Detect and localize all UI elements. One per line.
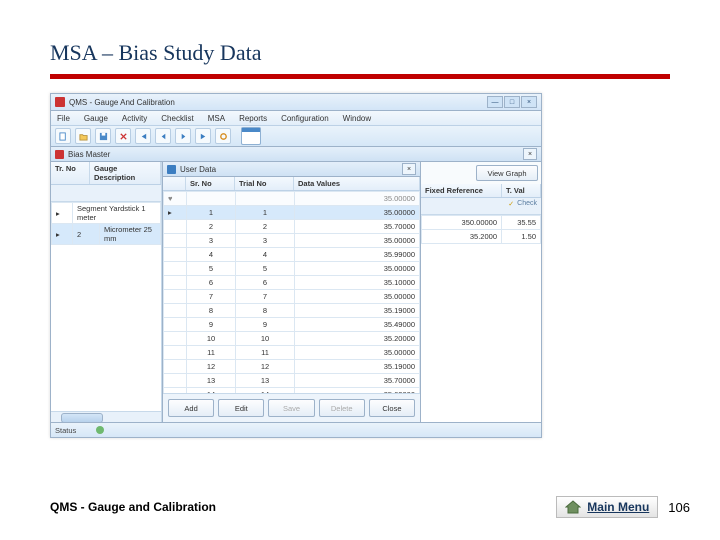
data-row[interactable]: 9935.49000 (164, 318, 420, 332)
menu-msa[interactable]: MSA (208, 114, 225, 123)
col-tval[interactable]: T. Val (502, 184, 541, 197)
left-grouping-row (51, 185, 161, 202)
subwindow-icon (55, 150, 64, 159)
left-row-group[interactable]: ▸Segment Yardstick 1 meter (52, 203, 161, 224)
left-grid: ▸Segment Yardstick 1 meter ▸ 2 Micromete… (51, 202, 161, 411)
left-row-selected[interactable]: ▸ 2 Micrometer 25 mm (52, 224, 161, 245)
check-label[interactable]: Check (517, 200, 537, 212)
left-header-trno[interactable]: Tr. No (51, 162, 90, 184)
data-row[interactable]: 7735.00000 (164, 290, 420, 304)
data-row[interactable]: 6635.10000 (164, 276, 420, 290)
col-fixedref[interactable]: Fixed Reference (421, 184, 502, 197)
col-trialno[interactable]: Trial No (235, 177, 294, 190)
menu-gauge[interactable]: Gauge (84, 114, 108, 123)
menu-checklist[interactable]: Checklist (161, 114, 193, 123)
col-srno[interactable]: Sr. No (186, 177, 235, 190)
close-button[interactable]: × (521, 96, 537, 108)
dialog-grid: ♥ 35.00000 ▸1135.000002235.700003335.000… (163, 191, 420, 393)
footer-text: QMS - Gauge and Calibration (50, 500, 216, 514)
menu-configuration[interactable]: Configuration (281, 114, 329, 123)
user-data-dialog: User Data × Sr. No Trial No Data Values … (162, 162, 421, 422)
data-row[interactable]: 3335.00000 (164, 234, 420, 248)
tool-prev-icon[interactable] (155, 128, 171, 144)
app-window: QMS - Gauge And Calibration — □ × File G… (50, 93, 542, 438)
right-tool-row: ✓ Check (421, 198, 541, 215)
tool-new-icon[interactable] (55, 128, 71, 144)
menu-window[interactable]: Window (343, 114, 371, 123)
title-underline (50, 74, 670, 79)
data-row[interactable]: ▸1135.00000 (164, 206, 420, 220)
data-row[interactable]: 4435.99000 (164, 248, 420, 262)
left-column-headers: Tr. No Gauge Description (51, 162, 161, 185)
menu-file[interactable]: File (57, 114, 70, 123)
maximize-button[interactable]: □ (504, 96, 520, 108)
dialog-header: User Data × (163, 162, 420, 177)
filter-row[interactable]: ♥ 35.00000 (164, 192, 420, 206)
dialog-button-bar: Add Edit Save Delete Close (163, 393, 420, 422)
tool-last-icon[interactable] (195, 128, 211, 144)
toolbar (51, 126, 541, 147)
menu-bar: File Gauge Activity Checklist MSA Report… (51, 111, 541, 126)
tool-first-icon[interactable] (135, 128, 151, 144)
data-row[interactable]: 2235.70000 (164, 220, 420, 234)
data-row[interactable]: 131335.70000 (164, 374, 420, 388)
delete-button[interactable]: Delete (319, 399, 365, 417)
data-row[interactable]: 8835.19000 (164, 304, 420, 318)
dialog-close-icon[interactable]: × (402, 163, 416, 175)
menu-activity[interactable]: Activity (122, 114, 147, 123)
subwindow-header: Bias Master × (51, 147, 541, 162)
status-label: Status (55, 426, 76, 435)
tool-calendar-icon[interactable] (241, 127, 261, 145)
right-row-1[interactable]: 350.00000 35.55 (422, 216, 541, 230)
check-icon[interactable]: ✓ (508, 200, 514, 212)
main-menu-label: Main Menu (587, 500, 649, 514)
window-title-text: QMS - Gauge And Calibration (69, 98, 175, 107)
data-row[interactable]: 101035.20000 (164, 332, 420, 346)
right-row-2[interactable]: 35.2000 1.50 (422, 230, 541, 244)
data-row[interactable]: 121235.19000 (164, 360, 420, 374)
main-menu-button[interactable]: Main Menu (556, 496, 658, 518)
col-datavalues[interactable]: Data Values (294, 177, 420, 190)
tool-delete-icon[interactable] (115, 128, 131, 144)
data-row[interactable]: 111135.00000 (164, 346, 420, 360)
edit-button[interactable]: Edit (218, 399, 264, 417)
data-row[interactable]: 5535.00000 (164, 262, 420, 276)
workspace: Tr. No Gauge Description ▸Segment Yardst… (51, 162, 541, 422)
tool-refresh-icon[interactable] (215, 128, 231, 144)
app-icon (55, 97, 65, 107)
dialog-icon (167, 165, 176, 174)
left-pane: Tr. No Gauge Description ▸Segment Yardst… (51, 162, 162, 422)
menu-reports[interactable]: Reports (239, 114, 267, 123)
slide-footer: QMS - Gauge and Calibration Main Menu 10… (50, 496, 690, 518)
tool-save-icon[interactable] (95, 128, 111, 144)
dialog-title: User Data (180, 165, 216, 174)
slide-title: MSA – Bias Study Data (50, 40, 670, 66)
subwindow-title: Bias Master (68, 150, 110, 159)
page-number: 106 (668, 500, 690, 515)
subwindow-close-icon[interactable]: × (523, 148, 537, 160)
save-button[interactable]: Save (268, 399, 314, 417)
dialog-column-headers: Sr. No Trial No Data Values (163, 177, 420, 191)
home-icon (565, 500, 581, 514)
right-grid: 350.00000 35.55 35.2000 1.50 (421, 215, 541, 422)
status-bar: Status (51, 422, 541, 437)
view-graph-button[interactable]: View Graph (476, 165, 538, 181)
right-column-headers: Fixed Reference T. Val (421, 184, 541, 198)
right-pane: View Graph Fixed Reference T. Val ✓ Chec… (421, 162, 541, 422)
add-button[interactable]: Add (168, 399, 214, 417)
tool-open-icon[interactable] (75, 128, 91, 144)
left-scrollbar[interactable] (51, 411, 161, 422)
status-indicator-icon (96, 426, 104, 434)
left-header-desc[interactable]: Gauge Description (90, 162, 161, 184)
tool-next-icon[interactable] (175, 128, 191, 144)
dialog-close-button[interactable]: Close (369, 399, 415, 417)
minimize-button[interactable]: — (487, 96, 503, 108)
window-titlebar: QMS - Gauge And Calibration — □ × (51, 94, 541, 111)
